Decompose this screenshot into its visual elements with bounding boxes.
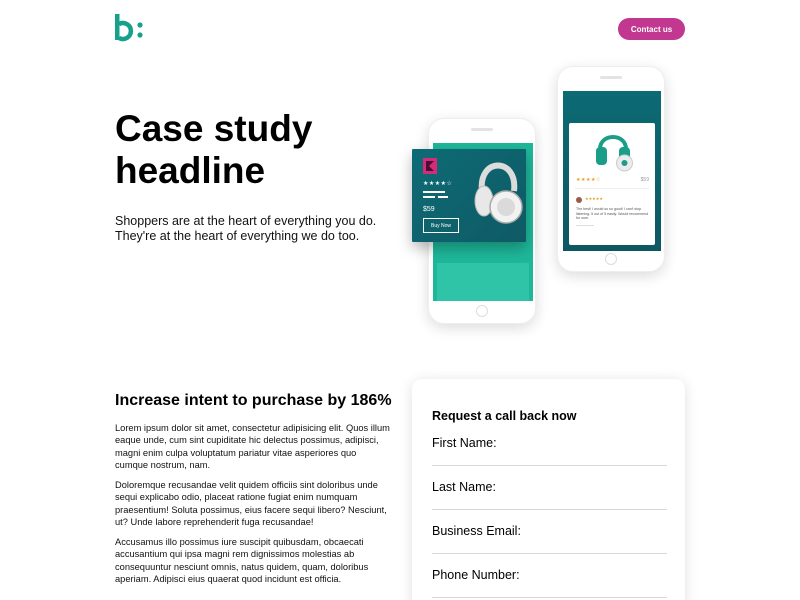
b-colon-logo-icon[interactable] — [115, 14, 145, 42]
contact-us-button[interactable]: Contact us — [618, 18, 685, 40]
product-card: ★★★★☆ $59 ★★★★★ The best! I would so so … — [569, 123, 655, 245]
review-stars: ★★★★★ — [585, 196, 603, 201]
body-paragraph: Accusamus illo possimus iure suscipit qu… — [115, 537, 369, 584]
field-label: Business Email: — [432, 524, 521, 538]
body-paragraph: Lorem ipsum dolor sit amet, consectetur … — [115, 423, 390, 470]
divider — [575, 188, 649, 189]
text-placeholder-bar — [423, 196, 435, 198]
price-label: $59 — [640, 177, 649, 183]
review-text: The best! I would so so good! I can't st… — [576, 207, 649, 221]
phone-speaker — [600, 76, 622, 79]
text-placeholder-bar — [438, 196, 448, 198]
price-label: $59 — [423, 206, 435, 213]
screen-block — [437, 263, 529, 301]
business-email-field[interactable]: Business Email: — [432, 524, 667, 554]
product-overlay-card: ★★★★☆ $59 Buy Now — [412, 149, 526, 242]
field-label: Last Name: — [432, 480, 496, 494]
rating-stars: ★★★★☆ — [423, 181, 453, 187]
headphones-image-icon — [596, 135, 633, 172]
first-name-field[interactable]: First Name: — [432, 436, 667, 466]
reviewer-avatar — [576, 197, 582, 203]
review-line — [576, 225, 594, 226]
headphones-image-icon — [474, 162, 523, 224]
rating-stars: ★★★★☆ — [576, 177, 601, 183]
phone-number-field[interactable]: Phone Number: — [432, 568, 667, 598]
buy-now-button[interactable]: Buy Now — [423, 218, 459, 233]
body-paragraph: Doloremque recusandae velit quidem offic… — [115, 480, 387, 527]
field-label: First Name: — [432, 436, 497, 450]
last-name-field[interactable]: Last Name: — [432, 480, 667, 510]
phone-number-input[interactable] — [432, 584, 667, 596]
section-title: Increase intent to purchase by 186% — [115, 392, 392, 409]
phone-screen: ★★★★☆ $59 ★★★★★ The best! I would so so … — [563, 91, 661, 251]
business-email-input[interactable] — [432, 540, 667, 552]
phone-home-button — [605, 253, 617, 265]
form-title: Request a call back now — [432, 409, 577, 423]
phone-mockup-back: ★★★★☆ $59 ★★★★★ The best! I would so so … — [557, 66, 665, 272]
hero-subtitle: Shoppers are at the heart of everything … — [115, 214, 377, 243]
hero-title: Case study headline — [115, 108, 313, 191]
first-name-input[interactable] — [432, 452, 667, 464]
brand-mark-icon — [423, 158, 437, 174]
callback-form: Request a call back now First Name: Last… — [412, 379, 685, 600]
phone-home-button — [476, 305, 488, 317]
field-label: Phone Number: — [432, 568, 520, 582]
phone-speaker — [471, 128, 493, 131]
text-placeholder-bar — [423, 191, 445, 193]
last-name-input[interactable] — [432, 496, 667, 508]
